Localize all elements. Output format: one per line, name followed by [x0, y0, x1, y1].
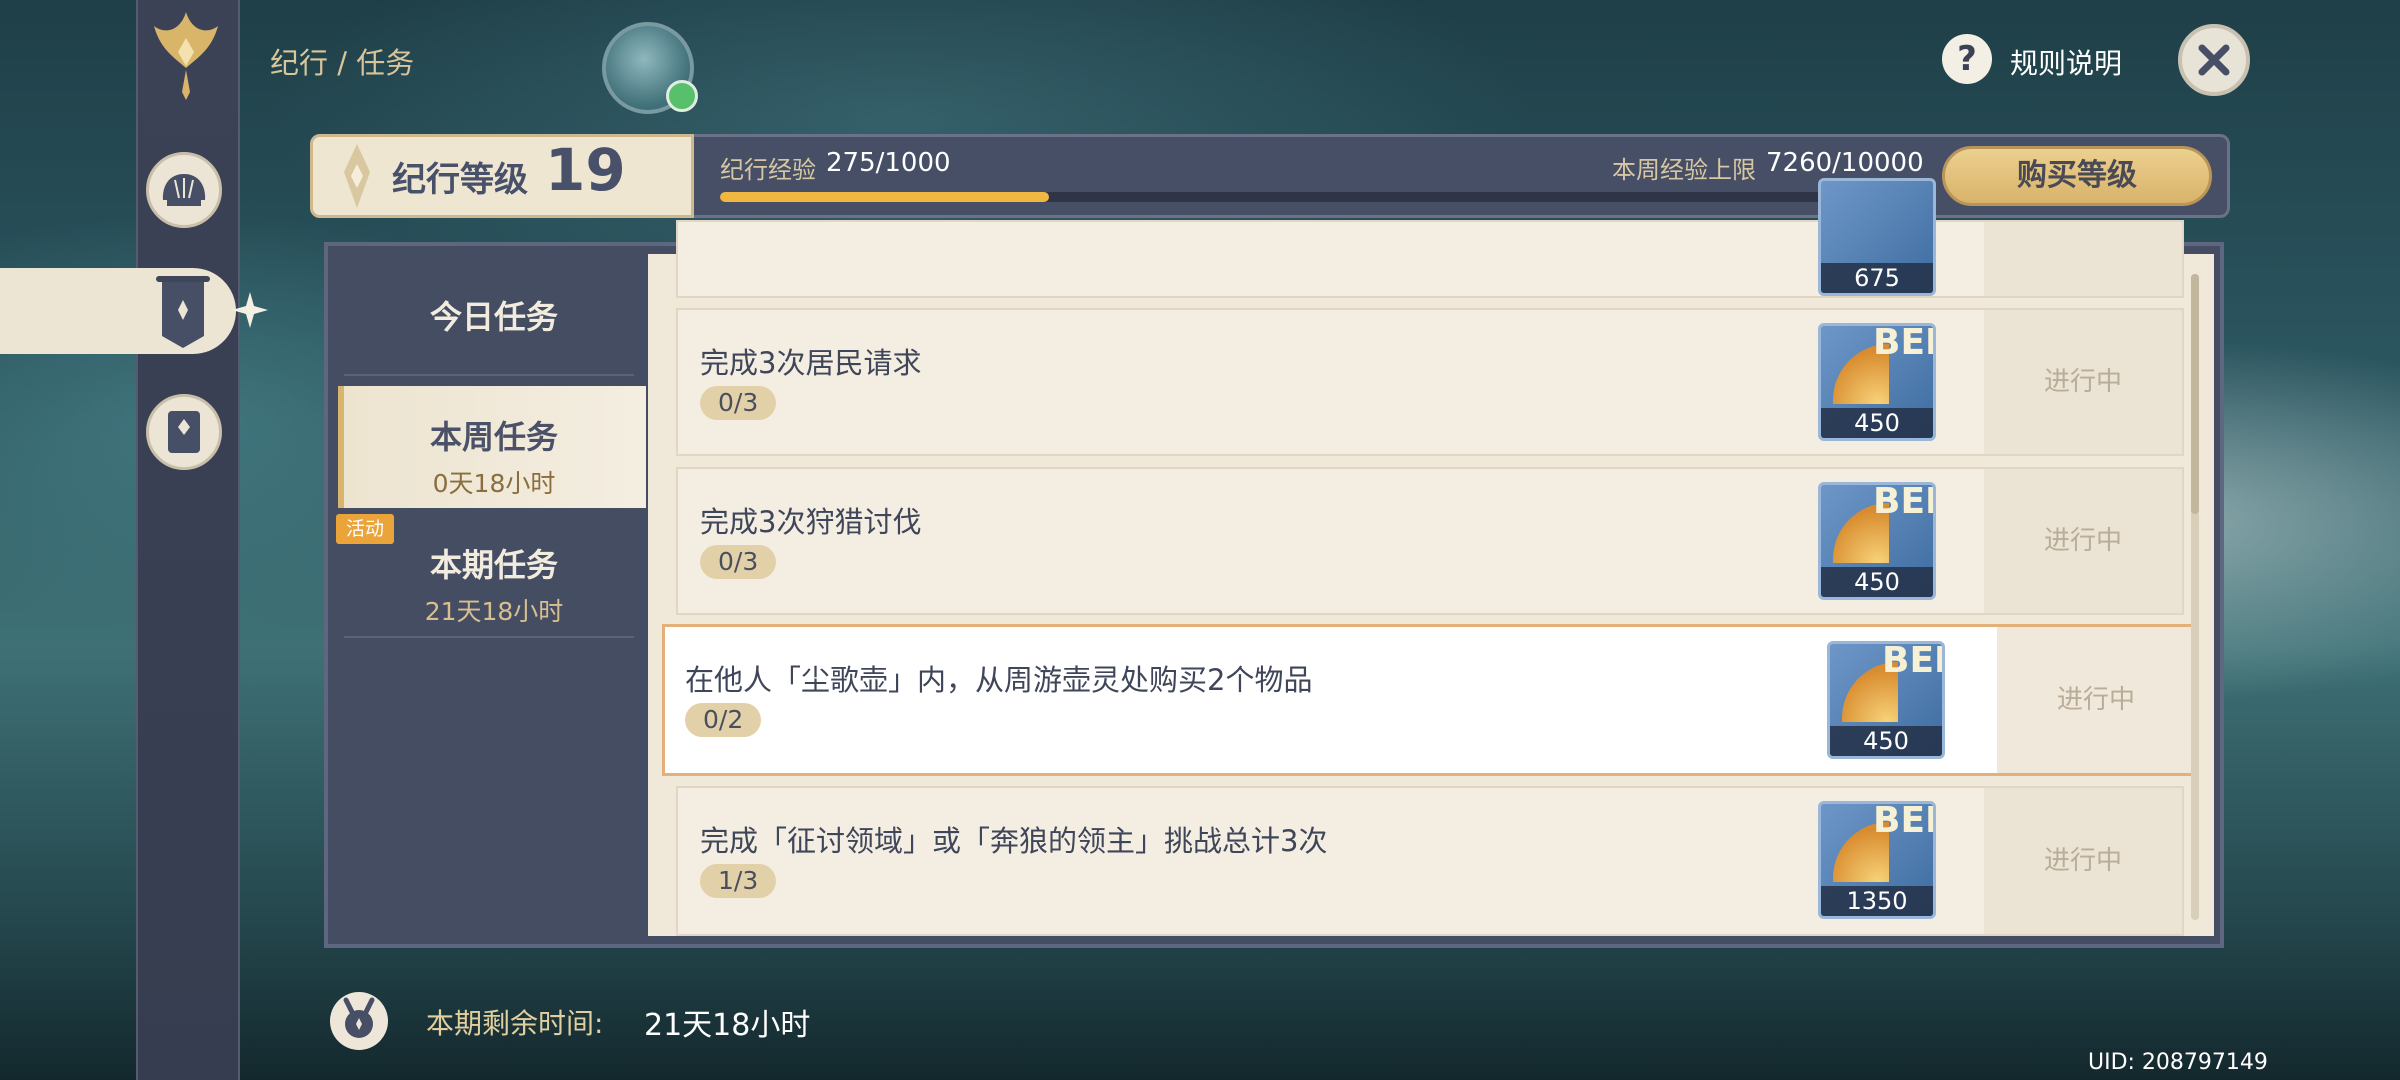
rail-rewards-button[interactable]: [146, 152, 222, 228]
battle-pass-exp-icon: BEP 1350: [1818, 801, 1936, 919]
tab-week-time: 0天18小时: [432, 469, 556, 498]
uid-label: UID: 208797149: [2088, 1050, 2268, 1075]
task-progress: 0/2: [685, 703, 762, 737]
activity-badge: 活动: [336, 514, 394, 544]
task-progress: 0/3: [700, 386, 777, 420]
reward-amount: 450: [1830, 726, 1942, 756]
exp-label: 纪行经验: [720, 156, 816, 184]
task-status: 进行中: [1984, 310, 2182, 454]
reward-letters: BEP: [1882, 641, 1942, 681]
tab-week[interactable]: 本周任务 0天18小时: [338, 386, 646, 508]
task-status: 进行中: [1984, 469, 2182, 613]
task-progress: 0/3: [700, 545, 777, 579]
buy-level-button[interactable]: 购买等级: [1942, 146, 2212, 206]
battle-pass-emblem-icon: [150, 8, 222, 102]
card-icon: [168, 411, 200, 453]
task-title: 在他人「尘歌壶」内，从周游壶灵处购买2个物品: [685, 663, 1313, 697]
task-title: 完成3次狩猎讨伐: [700, 505, 922, 539]
task-title: 完成「征讨领域」或「奔狼的领主」挑战总计3次: [700, 824, 1328, 858]
task-progress: 1/3: [700, 864, 777, 898]
reward-letters: BEP: [1873, 801, 1933, 841]
mic-badge-icon: [666, 80, 698, 112]
shell-icon: [162, 174, 206, 206]
tab-today-label: 今日任务: [429, 298, 558, 336]
task-row[interactable]: 完成3次居民请求 0/3 BEP 450 进行中: [676, 308, 2184, 456]
close-button[interactable]: [2178, 24, 2250, 96]
task-row[interactable]: 675: [676, 178, 2184, 298]
banner-icon: [152, 272, 214, 356]
tab-divider: [344, 636, 634, 638]
weekly-cap-label: 本周经验上限: [1612, 156, 1756, 184]
level-emblem-icon: [330, 142, 384, 214]
breadcrumb: 纪行 / 任务: [270, 46, 415, 80]
reward-amount: 450: [1821, 567, 1933, 597]
exp-progress-fill: [720, 192, 1049, 202]
reward-amount: 1350: [1821, 886, 1933, 916]
level-label: 纪行等级: [392, 160, 528, 200]
scrollbar-thumb[interactable]: [2191, 274, 2199, 514]
task-row-selected[interactable]: 在他人「尘歌壶」内，从周游壶灵处购买2个物品 0/2 BEP 450 进行中: [662, 624, 2198, 776]
task-status: 进行中: [1984, 788, 2182, 934]
hourglass-icon: [330, 992, 388, 1050]
remaining-time-value: 21天18小时: [644, 1008, 811, 1043]
task-title: 完成3次居民请求: [700, 346, 922, 380]
tab-week-label: 本周任务: [429, 418, 558, 456]
tab-divider: [344, 374, 634, 376]
tab-period-label: 本期任务: [429, 546, 558, 584]
reward-letters: BEP: [1873, 323, 1933, 363]
battle-pass-exp-icon: BEP 450: [1818, 482, 1936, 600]
tab-period-time: 21天18小时: [424, 597, 564, 626]
weekly-cap-value: 7260/10000: [1766, 148, 1924, 178]
level-value: 19: [545, 136, 626, 204]
exp-value: 275/1000: [826, 148, 951, 178]
tab-today[interactable]: 今日任务: [344, 254, 646, 372]
rail-gift-button[interactable]: [146, 394, 222, 470]
reward-amount: 675: [1821, 263, 1933, 293]
task-row[interactable]: 完成「征讨领域」或「奔狼的领主」挑战总计3次 1/3 BEP 1350 进行中: [676, 786, 2184, 936]
reward-amount: 450: [1821, 408, 1933, 438]
task-status: 进行中: [1997, 627, 2195, 773]
reward-letters: BEP: [1873, 482, 1933, 522]
reward-item: 675: [1818, 178, 1936, 296]
battle-pass-exp-icon: BEP 450: [1818, 323, 1936, 441]
remaining-time-label: 本期剩余时间:: [426, 1007, 604, 1040]
help-icon[interactable]: ?: [1942, 34, 1992, 84]
close-icon: [2198, 44, 2230, 76]
task-status: [1984, 222, 2182, 296]
battle-pass-exp-icon: BEP 450: [1827, 641, 1945, 759]
rules-button-label[interactable]: 规则说明: [2010, 42, 2122, 82]
sparkle-icon: [230, 290, 270, 330]
task-row[interactable]: 完成3次狩猎讨伐 0/3 BEP 450 进行中: [676, 467, 2184, 615]
